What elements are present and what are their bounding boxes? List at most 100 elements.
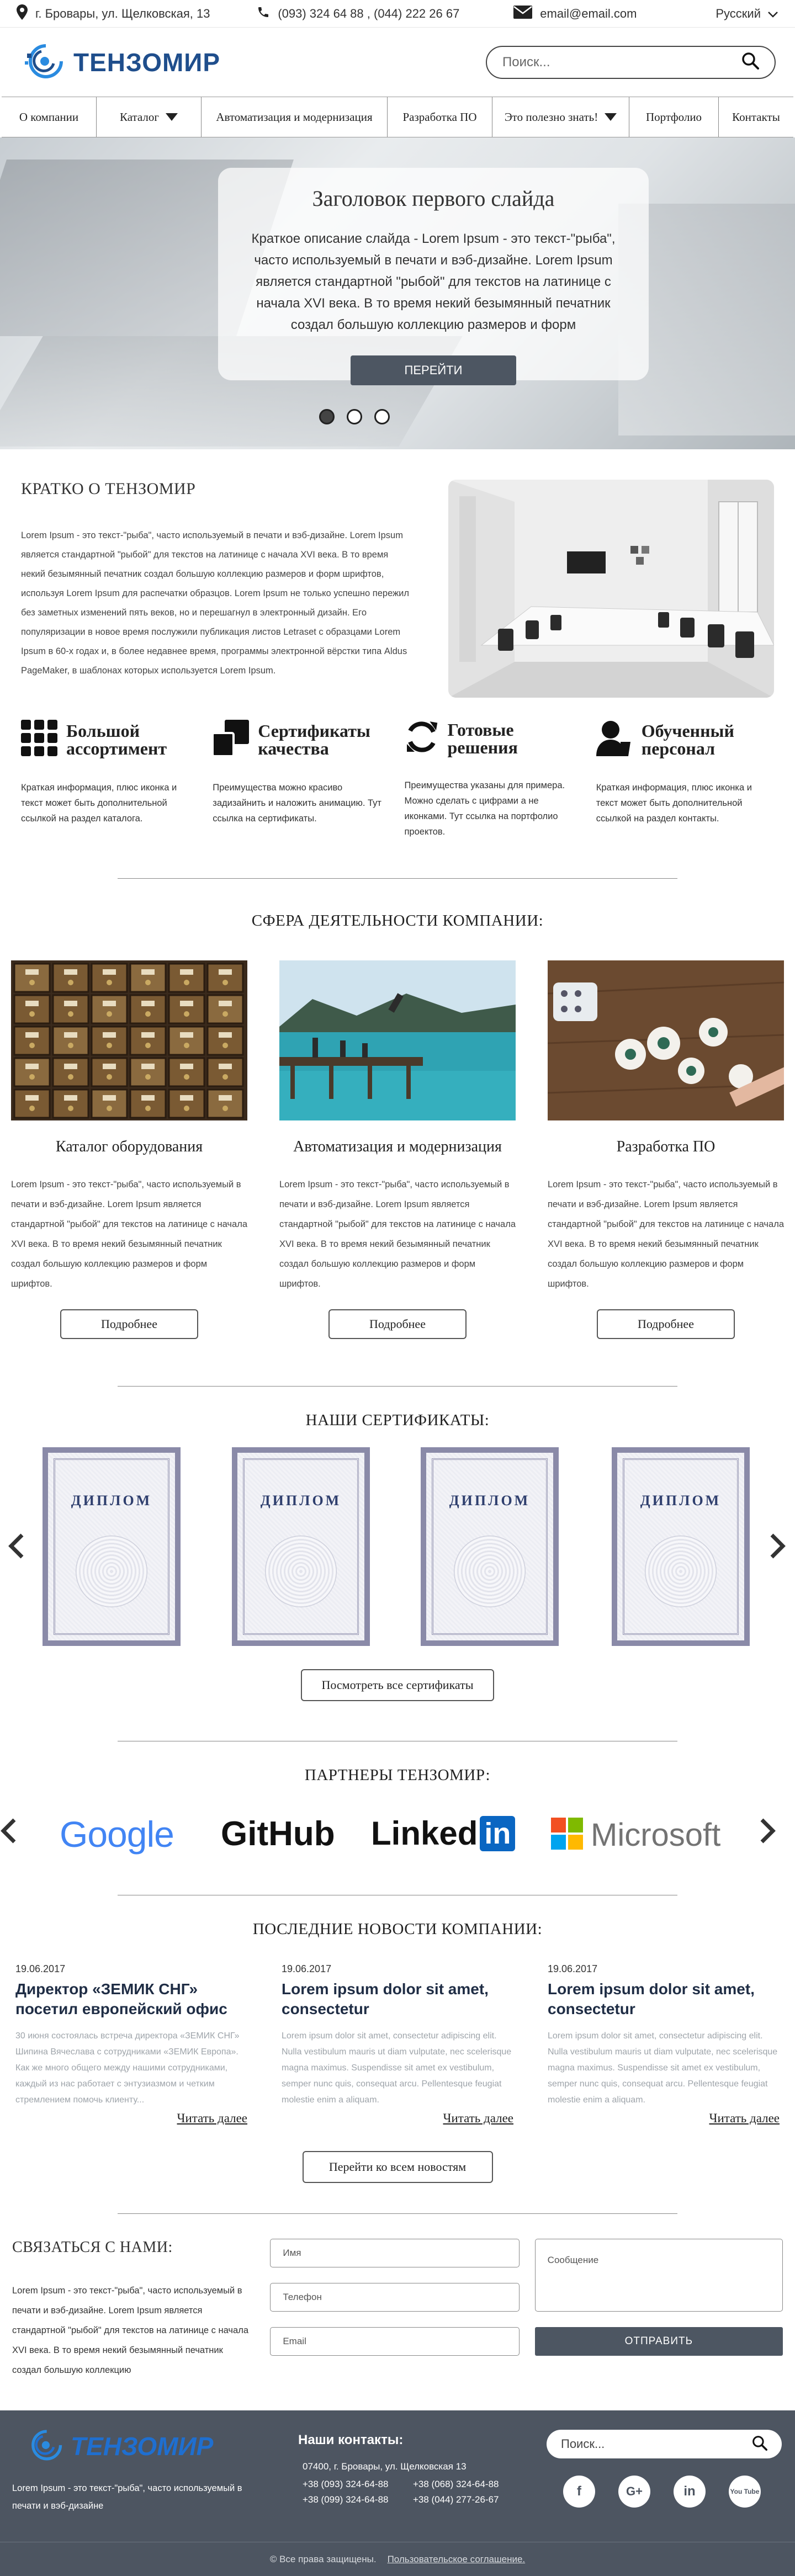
- nav-item-automation[interactable]: Автоматизация и модернизация: [202, 97, 388, 137]
- linkedin-icon[interactable]: in: [674, 2476, 706, 2508]
- nav-item-software[interactable]: Разработка ПО: [388, 97, 492, 137]
- slider-dot-3[interactable]: [374, 409, 390, 424]
- send-button[interactable]: ОТПРАВИТЬ: [534, 2327, 783, 2356]
- search-icon[interactable]: [741, 52, 759, 72]
- chevron-right-icon[interactable]: [760, 1818, 776, 1847]
- more-button[interactable]: Подробнее: [60, 1309, 198, 1339]
- all-news-button[interactable]: Перейти ко всем новостям: [302, 2151, 493, 2183]
- drawer-knob: [29, 1011, 35, 1017]
- feature-text: Краткая информация, плюс иконка и текст …: [21, 783, 177, 824]
- message-field[interactable]: Сообщение: [534, 2239, 783, 2312]
- nav-item-label: Портфолио: [645, 110, 702, 124]
- user-agreement-link[interactable]: Пользовательское соглашение.: [388, 2554, 526, 2565]
- email-link[interactable]: email@email.com: [540, 7, 637, 21]
- phone-text[interactable]: (093) 324 64 88 , (044) 222 26 67: [278, 7, 459, 21]
- name-field[interactable]: Имя: [270, 2239, 520, 2267]
- drawer-knob: [68, 1011, 73, 1017]
- slider-dot-1[interactable]: [319, 409, 335, 424]
- linkedin-logo[interactable]: Linked in: [371, 1814, 516, 1852]
- chevron-left-icon[interactable]: [0, 1818, 17, 1847]
- certificate-card[interactable]: ДИПЛОМ: [232, 1447, 370, 1646]
- drawer-label-plate: [103, 1032, 116, 1038]
- search-input[interactable]: [502, 54, 741, 70]
- facebook-icon[interactable]: f: [563, 2476, 595, 2508]
- feature-assortment[interactable]: Большой ассортимент Краткая информация, …: [21, 720, 199, 840]
- drawer: [91, 994, 128, 1024]
- feature-solutions[interactable]: Готовые решения Преимущества указаны для…: [405, 720, 582, 840]
- drawer-knob: [68, 1106, 73, 1111]
- certificate-card[interactable]: ДИПЛОМ: [43, 1447, 181, 1646]
- phone-field[interactable]: Телефон: [270, 2283, 520, 2312]
- google-logo-text: Google: [60, 1814, 174, 1855]
- office-photo: [448, 480, 774, 698]
- nav-item-catalog[interactable]: Каталог: [97, 97, 202, 137]
- github-logo[interactable]: GitHub: [221, 1814, 335, 1853]
- drawer-knob: [222, 1106, 228, 1111]
- google-plus-icon[interactable]: G+: [618, 2476, 650, 2508]
- read-more-link[interactable]: Читать далее: [709, 2111, 780, 2126]
- search-icon[interactable]: [752, 2435, 767, 2453]
- footer-phone[interactable]: +38 (044) 277-26-67: [413, 2494, 523, 2505]
- logo-wordmark: ТЕНЗОМИР: [73, 47, 221, 77]
- chevron-right-icon[interactable]: [770, 1533, 786, 1562]
- news-title: ПОСЛЕДНИЕ НОВОСТИ КОМПАНИИ:: [252, 1920, 543, 1938]
- drawer-label-plate: [25, 969, 39, 975]
- drawer-label-plate: [141, 1001, 155, 1006]
- drawer-label-plate: [103, 969, 116, 975]
- nav-item-contacts[interactable]: Контакты: [719, 97, 793, 137]
- nav-item-useful[interactable]: Это полезно знать!: [492, 97, 629, 137]
- drawer: [129, 1026, 167, 1056]
- address-block: г. Бровары, ул. Щелковская, 13: [17, 4, 257, 23]
- google-logo[interactable]: Google: [60, 1813, 174, 1855]
- certificate-card[interactable]: ДИПЛОМ: [612, 1447, 750, 1646]
- slider-dot-2[interactable]: [347, 409, 362, 424]
- phone-icon: [257, 6, 270, 22]
- news-headline[interactable]: Lorem ipsum dolor sit amet, consectetur: [282, 1979, 513, 2019]
- drawer: [168, 1026, 205, 1056]
- footer-phones: +38 (093) 324-64-88 +38 (068) 324-64-88 …: [298, 2479, 523, 2505]
- all-certificates-button[interactable]: Посмотреть все сертификаты: [301, 1669, 494, 1701]
- footer-phone[interactable]: +38 (068) 324-64-88: [413, 2479, 523, 2490]
- site-logo[interactable]: ТЕНЗОМИР: [19, 41, 220, 83]
- more-button[interactable]: Подробнее: [597, 1309, 735, 1339]
- feature-staff[interactable]: Обученный персонал Краткая информация, п…: [596, 720, 774, 840]
- certificate-card[interactable]: ДИПЛОМ: [421, 1447, 559, 1646]
- chevron-left-icon[interactable]: [8, 1533, 24, 1562]
- feature-text: Краткая информация, плюс иконка и текст …: [596, 783, 752, 824]
- drawer: [52, 1026, 89, 1056]
- feature-certificates[interactable]: Сертификаты качества Преимущества можно …: [211, 720, 390, 840]
- nav-item-label: О компании: [19, 110, 79, 124]
- email-field[interactable]: Email: [270, 2327, 520, 2356]
- drawer-label-plate: [180, 969, 193, 975]
- hero-go-button[interactable]: ПЕРЕЙТИ: [351, 355, 516, 385]
- footer-phone[interactable]: +38 (093) 324-64-88: [303, 2479, 413, 2490]
- grid-icon: [21, 720, 57, 759]
- footer-logo[interactable]: ТЕНЗОМИР: [23, 2427, 213, 2465]
- drawer-label-plate: [25, 1095, 39, 1101]
- contact-title: СВЯЗАТЬСЯ С НАМИ:: [12, 2239, 173, 2256]
- drawer-label-plate: [219, 1064, 232, 1069]
- footer-phone[interactable]: +38 (099) 324-64-88: [303, 2494, 413, 2505]
- drawer-knob: [29, 980, 35, 985]
- nav-item-portfolio[interactable]: Портфолио: [629, 97, 719, 137]
- slider-dots: [0, 409, 795, 424]
- spheres-row: Каталог оборудования Lorem Ipsum - это т…: [0, 960, 795, 1339]
- drawer: [206, 1088, 244, 1119]
- footer-search-input[interactable]: [561, 2437, 752, 2451]
- drawer-knob: [107, 1043, 112, 1048]
- youtube-icon[interactable]: You Tube: [729, 2476, 761, 2508]
- drawer: [91, 1057, 128, 1087]
- drawer-label-plate: [219, 969, 232, 975]
- nav-item-about[interactable]: О компании: [2, 97, 97, 137]
- read-more-link[interactable]: Читать далее: [177, 2111, 248, 2126]
- read-more-link[interactable]: Читать далее: [443, 2111, 514, 2126]
- drawer: [168, 1057, 205, 1087]
- drawer-knob: [29, 1074, 35, 1080]
- drawer-label-plate: [103, 1095, 116, 1101]
- hero-title: Заголовок первого слайда: [312, 186, 555, 211]
- news-headline[interactable]: Lorem ipsum dolor sit amet, consectetur: [548, 1979, 780, 2019]
- microsoft-logo[interactable]: Microsoft: [551, 1817, 720, 1853]
- news-headline[interactable]: Директор «ЗЕМИК СНГ» посетил европейский…: [15, 1979, 247, 2019]
- more-button[interactable]: Подробнее: [328, 1309, 467, 1339]
- language-select[interactable]: Русский: [716, 7, 778, 21]
